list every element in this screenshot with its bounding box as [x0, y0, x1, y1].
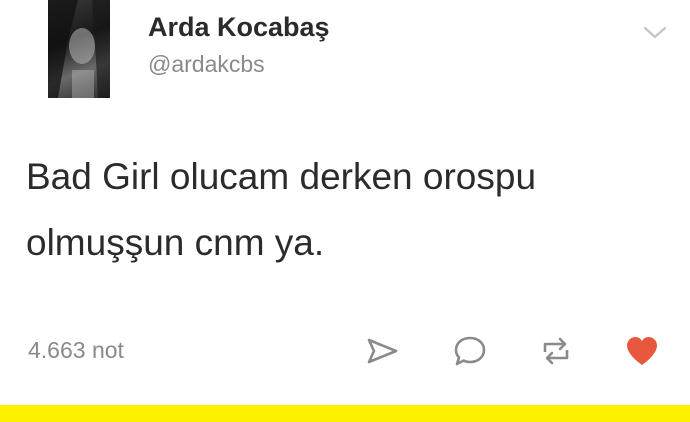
- heart-icon[interactable]: [624, 333, 660, 369]
- author-name[interactable]: Arda Kocabaş: [148, 12, 330, 43]
- post-text: Bad Girl olucam derken orospu olmuşşun c…: [26, 156, 537, 263]
- post-card: Arda Kocabaş @ardakcbs Bad Girl olucam d…: [0, 0, 690, 422]
- avatar[interactable]: [48, 0, 110, 98]
- chevron-down-icon[interactable]: [642, 22, 668, 42]
- send-icon[interactable]: [364, 333, 400, 369]
- reblog-icon[interactable]: [538, 333, 574, 369]
- chat-bubble-icon[interactable]: [452, 333, 488, 369]
- author-handle[interactable]: @ardakcbs: [148, 51, 265, 78]
- notes-count[interactable]: 4.663 not: [28, 337, 124, 364]
- highlight-bar: [0, 405, 690, 422]
